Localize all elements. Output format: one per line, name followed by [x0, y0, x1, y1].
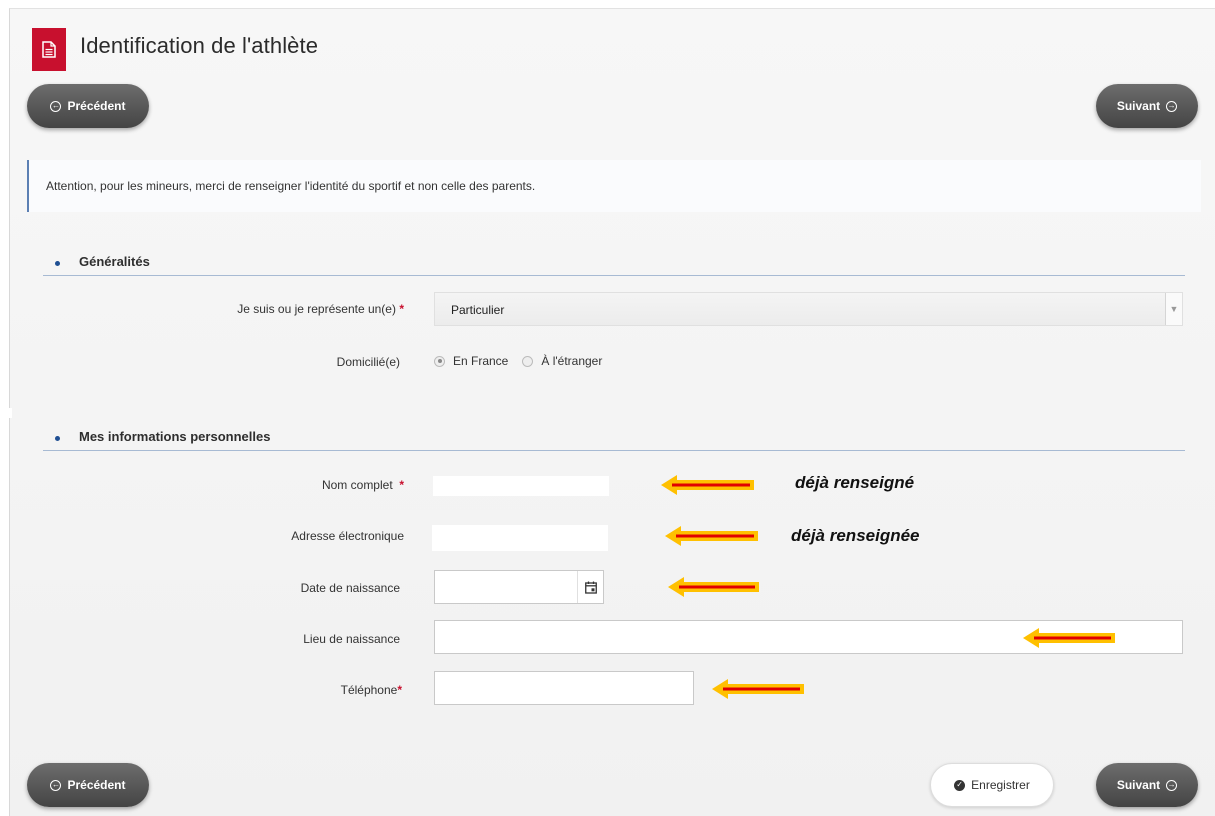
radio-abroad[interactable] — [522, 355, 534, 367]
annotation-arrow — [1023, 628, 1115, 648]
previous-button-top[interactable]: ← Précédent — [27, 84, 149, 128]
annotation-arrow — [668, 577, 759, 597]
domicile-radio-group: En France À l'étranger — [434, 354, 602, 368]
previous-label: Précédent — [67, 778, 126, 792]
section-personal-header: Mes informations personnelles — [43, 429, 1185, 451]
annotation-arrow — [665, 526, 758, 546]
domicile-label: Domicilié(e) — [336, 355, 400, 369]
section-general-header: Généralités — [43, 254, 1185, 276]
previous-button-bottom[interactable]: ← Précédent — [27, 763, 149, 807]
birthdate-label: Date de naissance — [300, 581, 400, 595]
required-marker: * — [399, 478, 404, 492]
name-field[interactable] — [433, 476, 609, 496]
calendar-icon[interactable] — [577, 571, 603, 603]
arrow-left-circle-icon: ← — [50, 779, 62, 791]
email-field[interactable] — [432, 525, 608, 551]
next-label: Suivant — [1116, 778, 1161, 792]
represent-select[interactable]: Particulier ▼ — [434, 292, 1183, 326]
phone-label: Téléphone* — [340, 683, 402, 697]
represent-label: Je suis ou je représente un(e) * — [237, 302, 404, 316]
save-label: Enregistrer — [971, 778, 1030, 792]
arrow-left-circle-icon: ← — [50, 100, 62, 112]
annotation-arrow — [712, 679, 804, 699]
page-title: Identification de l'athlète — [80, 33, 319, 58]
save-button[interactable]: ✓ Enregistrer — [930, 763, 1054, 807]
chevron-down-icon[interactable]: ▼ — [1165, 293, 1182, 325]
annotation-arrow — [661, 475, 754, 495]
minors-notice: Attention, pour les mineurs, merci de re… — [27, 160, 1201, 212]
represent-select-value: Particulier — [451, 303, 505, 317]
section-bullet — [55, 261, 60, 266]
panel-divider — [0, 408, 12, 418]
arrow-right-circle-icon: → — [1166, 779, 1178, 791]
birthdate-input[interactable] — [434, 570, 604, 604]
radio-france[interactable] — [434, 355, 445, 367]
name-annotation: déjà renseigné — [795, 473, 915, 492]
next-button-bottom[interactable]: Suivant → — [1096, 763, 1198, 807]
required-marker: * — [399, 302, 404, 316]
phone-input[interactable] — [434, 671, 694, 705]
section-bullet — [55, 436, 60, 441]
next-button-top[interactable]: Suivant → — [1096, 84, 1198, 128]
section-general-title: Généralités — [79, 254, 150, 269]
check-circle-icon: ✓ — [954, 779, 966, 791]
email-annotation: déjà renseignée — [791, 526, 920, 545]
radio-france-label: En France — [453, 354, 509, 368]
arrow-right-circle-icon: → — [1166, 100, 1178, 112]
email-label: Adresse électronique — [291, 529, 404, 543]
section-personal-title: Mes informations personnelles — [79, 429, 271, 444]
name-label: Nom complet * — [321, 478, 404, 492]
next-label: Suivant — [1116, 99, 1161, 113]
previous-label: Précédent — [67, 99, 126, 113]
document-icon — [32, 28, 66, 71]
required-marker: * — [397, 683, 402, 697]
birthplace-label: Lieu de naissance — [303, 632, 400, 646]
radio-abroad-label: À l'étranger — [541, 354, 603, 368]
